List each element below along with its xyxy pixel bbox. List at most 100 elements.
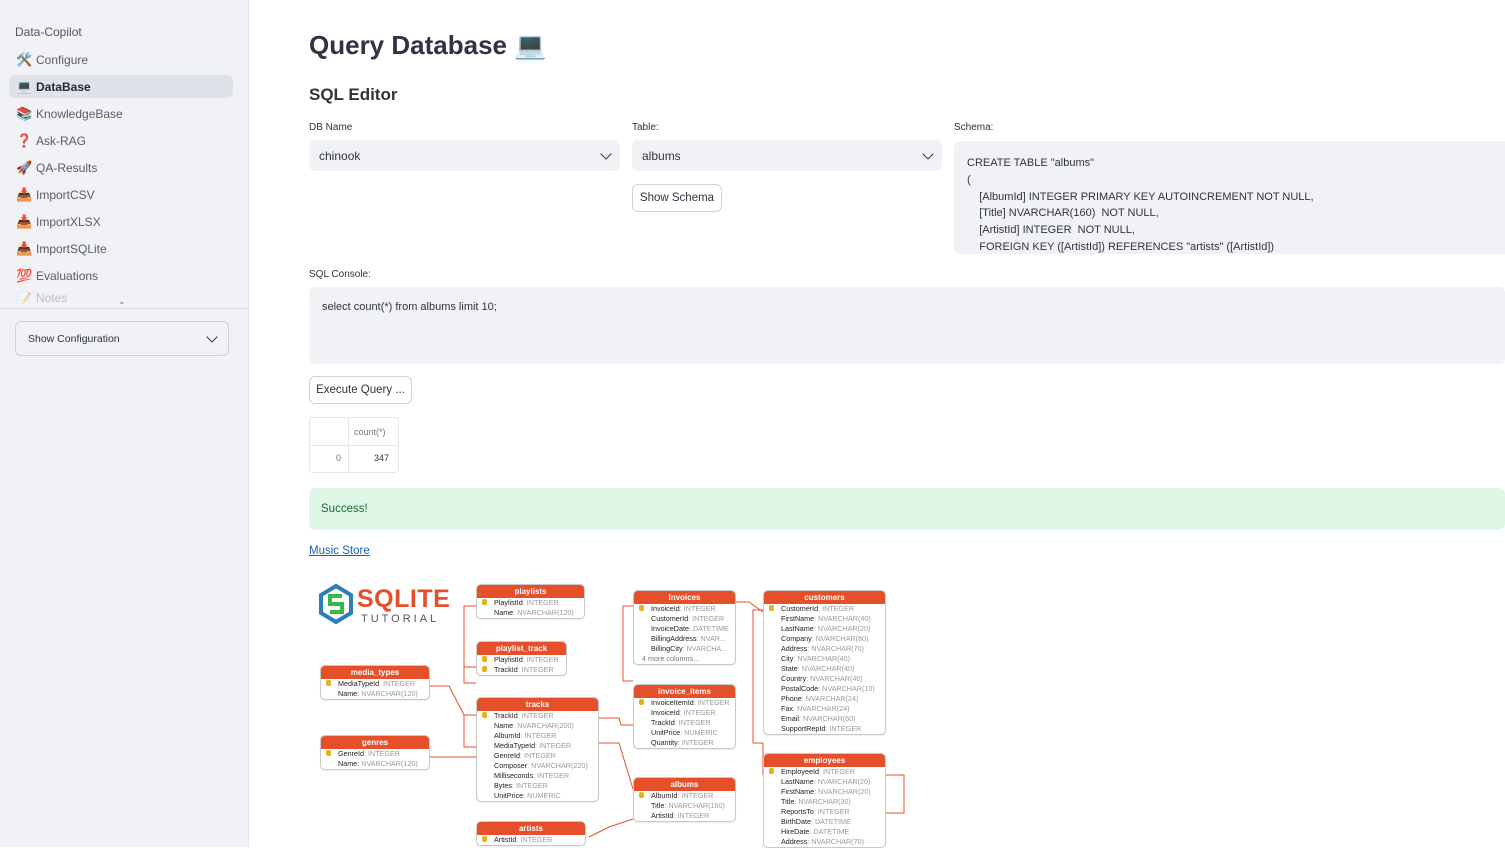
show-schema-button[interactable]: Show Schema (632, 184, 722, 212)
erd-column-name: InvoiceId (651, 708, 680, 717)
erd-column-type: INTEGER (822, 767, 855, 776)
erd-column-type: INTEGER (822, 604, 855, 613)
erd-column-row: UnitPrice: NUMERIC (494, 791, 561, 800)
sqlite-tutorial-logo: SQLITE TUTORIAL (317, 583, 451, 625)
erd-column-type: INTEGER (678, 718, 711, 727)
erd-column-row: Title: NVARCHAR(160) (651, 801, 725, 810)
erd-column-type: DATETIME (692, 624, 729, 633)
question-icon: ❓ (16, 132, 33, 148)
sidebar-item-label: ImportXLSX (36, 214, 101, 229)
chevron-down-icon (206, 330, 218, 343)
connector-line (884, 774, 905, 814)
erd-table-title: genres (321, 736, 429, 749)
erd-table-albums: albums AlbumId: INTEGER Title: NVARCHAR(16… (633, 777, 736, 822)
sidebar-item-importsqlite[interactable]: 📥 ImportSQLite (9, 237, 233, 260)
sidebar-item-importxlsx[interactable]: 📥 ImportXLSX (9, 210, 233, 233)
erd-column-name: Title (651, 801, 665, 810)
erd-column-type: INTEGER (829, 724, 862, 733)
erd-column-name: InvoiceId (651, 604, 680, 613)
erd-column-row: InvoiceId: INTEGER (634, 604, 735, 614)
erd-column-row: Quantity: INTEGER (651, 738, 714, 747)
erd-column-name: TrackId (494, 665, 518, 674)
sidebar-item-label: ImportSQLite (36, 241, 107, 256)
music-store-link[interactable]: Music Store (309, 545, 370, 557)
erd-column-row: MediaTypeId: INTEGER (494, 741, 572, 750)
logo-main-text: SQLITE (357, 585, 451, 613)
erd-column-row: Address: NVARCHAR(70) (781, 644, 864, 653)
erd-column-type: NVARCHAR(120) (517, 608, 574, 617)
erd-table-title: albums (634, 778, 735, 791)
erd-column-name: EmployeeId (781, 767, 819, 776)
erd-column-row: MediaTypeId: INTEGER (321, 679, 429, 689)
erd-column-name: TrackId (651, 718, 675, 727)
sql-console-input[interactable]: select count(*) from albums limit 10; (309, 287, 1505, 364)
sidebar-item-ask-rag[interactable]: ❓ Ask-RAG (9, 129, 233, 152)
erd-column-row: UnitPrice: NUMERIC (651, 728, 718, 737)
erd-column-type: INTEGER (515, 781, 548, 790)
erd-column-row: Fax: NVARCHAR(24) (781, 704, 850, 713)
erd-column-type: INTEGER (683, 604, 716, 613)
chevron-down-icon[interactable]: ⌄ (118, 296, 126, 307)
erd-column-type: NVARCHAR(200) (517, 721, 574, 730)
erd-table-title: media_types (321, 666, 429, 679)
inbox-tray-icon: 📥 (16, 186, 33, 202)
erd-column-row: Country: NVARCHAR(40) (781, 674, 863, 683)
connector-line (752, 609, 763, 744)
erd-column-row: AlbumId: INTEGER (634, 791, 735, 801)
sidebar-divider (0, 308, 248, 309)
erd-column-row: PostalCode: NVARCHAR(10) (781, 684, 875, 693)
erd-column-name: GenreId (494, 751, 520, 760)
connector-line (428, 685, 476, 716)
erd-column-name: Milliseconds (494, 771, 534, 780)
inbox-tray-icon: 📥 (16, 213, 33, 229)
schema-textarea[interactable]: CREATE TABLE "albums" ( [AlbumId] INTEGE… (954, 141, 1505, 254)
schema-line: ( (967, 173, 971, 186)
sidebar-item-evaluations[interactable]: 💯 Evaluations (9, 264, 233, 287)
erd-column-row: City: NVARCHAR(40) (781, 654, 850, 663)
erd-column-name: Address (781, 644, 808, 653)
sqlite-logo-icon (319, 583, 353, 625)
show-configuration-expander[interactable]: Show Configuration (15, 321, 229, 356)
erd-column-row: Milliseconds: INTEGER (494, 771, 570, 780)
db-name-select[interactable]: chinook (309, 140, 620, 171)
sidebar-item-knowledgebase[interactable]: 📚 KnowledgeBase (9, 102, 233, 125)
erd-column-type: INTEGER (523, 751, 556, 760)
erd-column-name: LastName (781, 777, 814, 786)
erd-column-row: Composer: NVARCHAR(220) (494, 761, 588, 770)
sidebar-item-database[interactable]: 💻 DataBase (9, 75, 233, 98)
table-select[interactable]: albums (632, 140, 942, 171)
erd-column-type: INTEGER (367, 749, 400, 758)
erd-column-name: Phone (781, 694, 802, 703)
erd-column-row: BillingCity: NVARCHA... (651, 644, 728, 653)
result-dataframe[interactable]: count(*) 0 347 (309, 417, 399, 473)
erd-column-name: Name (494, 721, 514, 730)
erd-column-type: NVARCHAR(40) (810, 674, 863, 683)
sidebar-item-label: ImportCSV (36, 187, 95, 202)
erd-column-name: GenreId (338, 749, 364, 758)
chevron-down-icon (922, 147, 934, 160)
execute-query-button[interactable]: Execute Query ... (309, 376, 412, 404)
erd-column-type: INTEGER (537, 771, 570, 780)
erd-column-type: NVARCHAR(120) (361, 689, 418, 698)
laptop-icon: 💻 (16, 78, 33, 94)
success-text: Success! (321, 503, 368, 515)
sidebar-item-configure[interactable]: 🛠️ Configure (9, 48, 233, 71)
connector-line (463, 715, 476, 748)
erd-column-row: BillingAddress: NVAR... (651, 634, 726, 643)
erd-column-row: Name: NVARCHAR(120) (338, 689, 418, 698)
erd-column-row: PlaylistId: INTEGER (477, 598, 584, 608)
key-icon (482, 666, 487, 672)
sidebar-item-qa-results[interactable]: 🚀 QA-Results (9, 156, 233, 179)
sidebar-item-label: DataBase (36, 79, 91, 94)
erd-table-invoices: invoices InvoiceId: INTEGER CustomerId: IN… (633, 590, 736, 665)
expander-label: Show Configuration (28, 332, 120, 345)
erd-column-name: Email (781, 714, 799, 723)
table-cell[interactable]: 347 (374, 453, 389, 463)
row-index: 0 (336, 453, 342, 463)
sidebar-item-importcsv[interactable]: 📥 ImportCSV (9, 183, 233, 206)
erd-column-row: ReportsTo: INTEGER (781, 807, 850, 816)
erd-column-name: Composer (494, 761, 528, 770)
erd-column-name: PlaylistId (494, 598, 523, 607)
erd-column-name: Quantity (651, 738, 678, 747)
erd-column-type: NVARCHAR(220) (531, 761, 588, 770)
